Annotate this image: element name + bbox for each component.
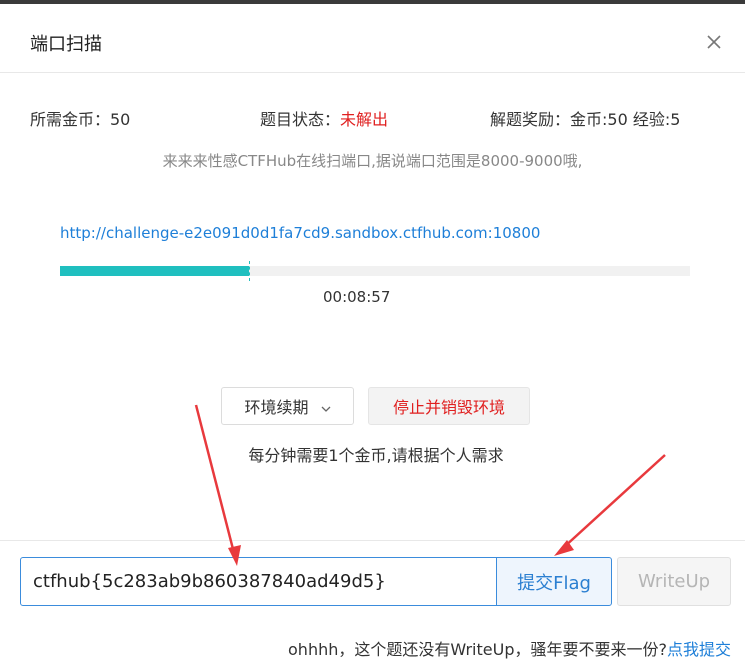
status-label: 题目状态： [260,110,341,129]
renew-environment-button[interactable]: 环境续期 [221,387,354,425]
renew-label: 环境续期 [244,398,309,417]
annotation-arrow-left [194,404,236,554]
annotation-arrowhead-right [554,540,574,556]
dialog-header: 端口扫描 [0,4,745,73]
section-divider [0,540,745,541]
challenge-url-link[interactable]: http://challenge-e2e091d0d1fa7cd9.sandbo… [60,224,540,242]
submit-writeup-link[interactable]: 点我提交 [667,640,731,659]
cost-info: 所需金币：50 [30,110,131,129]
status-badge: 未解出 [340,110,389,129]
writeup-button: WriteUp [617,557,731,606]
flag-input[interactable] [20,557,497,606]
reward-info: 解题奖励：金币:50 经验:5 [490,110,681,129]
challenge-description: 来来来性感CTFHub在线扫端口,据说端口范围是8000-9000哦, [162,152,583,170]
countdown-timer: 00:08:57 [323,288,391,306]
progress-fill [60,266,249,276]
dialog-title: 端口扫描 [30,34,102,55]
progress-marker [249,261,250,281]
footer-note: ohhhh，这个题还没有WriteUp，骚年要不要来一份?点我提交 [288,636,731,660]
annotation-arrow-right [562,454,666,549]
time-progress-bar [60,261,690,281]
close-icon[interactable] [702,30,726,54]
cost-note: 每分钟需要1个金币,请根据个人需求 [248,446,504,465]
chevron-down-icon [321,397,331,416]
stop-destroy-button[interactable]: 停止并销毁环境 [368,387,530,425]
submit-flag-button[interactable]: 提交Flag [496,557,612,606]
status-info: 题目状态：未解出 [260,106,388,130]
footer-text: ohhhh，这个题还没有WriteUp，骚年要不要来一份? [288,640,667,659]
